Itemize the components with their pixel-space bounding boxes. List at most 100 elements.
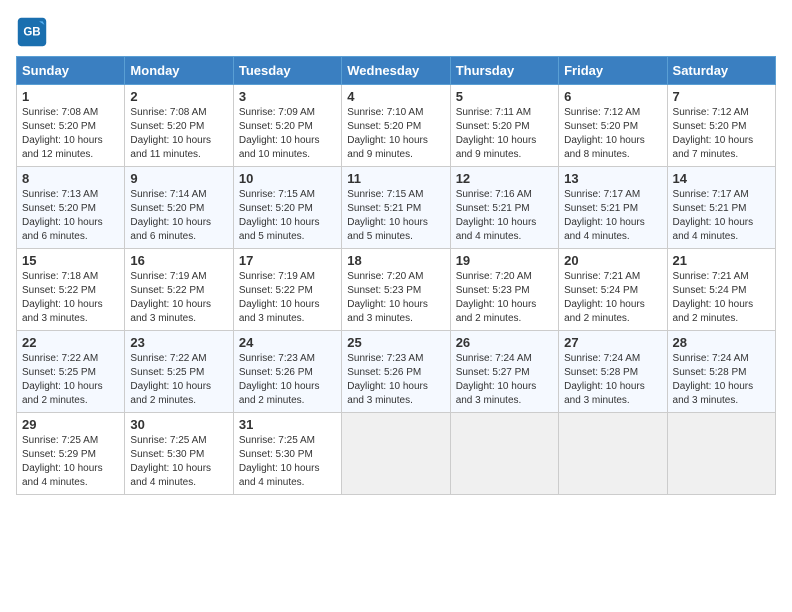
day-number: 3 <box>239 89 336 104</box>
day-info: Sunrise: 7:08 AM Sunset: 5:20 PM Dayligh… <box>130 106 227 162</box>
day-number: 11 <box>347 171 444 186</box>
calendar-cell <box>342 413 450 495</box>
day-info: Sunrise: 7:22 AM Sunset: 5:25 PM Dayligh… <box>130 352 227 408</box>
day-number: 13 <box>564 171 661 186</box>
day-info: Sunrise: 7:11 AM Sunset: 5:20 PM Dayligh… <box>456 106 553 162</box>
header-friday: Friday <box>559 57 667 85</box>
calendar-cell: 30 Sunrise: 7:25 AM Sunset: 5:30 PM Dayl… <box>125 413 233 495</box>
day-info: Sunrise: 7:16 AM Sunset: 5:21 PM Dayligh… <box>456 188 553 244</box>
day-number: 1 <box>22 89 119 104</box>
logo: GB <box>16 16 52 48</box>
day-number: 8 <box>22 171 119 186</box>
day-number: 27 <box>564 335 661 350</box>
day-number: 31 <box>239 417 336 432</box>
calendar-cell: 10 Sunrise: 7:15 AM Sunset: 5:20 PM Dayl… <box>233 167 341 249</box>
day-info: Sunrise: 7:18 AM Sunset: 5:22 PM Dayligh… <box>22 270 119 326</box>
day-info: Sunrise: 7:24 AM Sunset: 5:28 PM Dayligh… <box>673 352 770 408</box>
header-monday: Monday <box>125 57 233 85</box>
svg-text:GB: GB <box>23 27 40 39</box>
calendar-cell: 2 Sunrise: 7:08 AM Sunset: 5:20 PM Dayli… <box>125 85 233 167</box>
day-info: Sunrise: 7:23 AM Sunset: 5:26 PM Dayligh… <box>347 352 444 408</box>
day-number: 15 <box>22 253 119 268</box>
header-sunday: Sunday <box>17 57 125 85</box>
page-header: GB <box>16 16 776 48</box>
day-number: 4 <box>347 89 444 104</box>
day-number: 30 <box>130 417 227 432</box>
calendar-cell: 16 Sunrise: 7:19 AM Sunset: 5:22 PM Dayl… <box>125 249 233 331</box>
day-number: 18 <box>347 253 444 268</box>
calendar-cell: 25 Sunrise: 7:23 AM Sunset: 5:26 PM Dayl… <box>342 331 450 413</box>
day-info: Sunrise: 7:19 AM Sunset: 5:22 PM Dayligh… <box>239 270 336 326</box>
header-tuesday: Tuesday <box>233 57 341 85</box>
calendar-cell: 4 Sunrise: 7:10 AM Sunset: 5:20 PM Dayli… <box>342 85 450 167</box>
calendar-cell: 19 Sunrise: 7:20 AM Sunset: 5:23 PM Dayl… <box>450 249 558 331</box>
calendar-cell: 12 Sunrise: 7:16 AM Sunset: 5:21 PM Dayl… <box>450 167 558 249</box>
calendar-cell <box>667 413 775 495</box>
calendar-header-row: SundayMondayTuesdayWednesdayThursdayFrid… <box>17 57 776 85</box>
calendar-cell: 31 Sunrise: 7:25 AM Sunset: 5:30 PM Dayl… <box>233 413 341 495</box>
day-number: 12 <box>456 171 553 186</box>
calendar-cell: 15 Sunrise: 7:18 AM Sunset: 5:22 PM Dayl… <box>17 249 125 331</box>
calendar-cell: 9 Sunrise: 7:14 AM Sunset: 5:20 PM Dayli… <box>125 167 233 249</box>
day-number: 28 <box>673 335 770 350</box>
day-number: 23 <box>130 335 227 350</box>
day-info: Sunrise: 7:21 AM Sunset: 5:24 PM Dayligh… <box>564 270 661 326</box>
calendar-table: SundayMondayTuesdayWednesdayThursdayFrid… <box>16 56 776 495</box>
day-number: 10 <box>239 171 336 186</box>
calendar-cell <box>450 413 558 495</box>
calendar-week-row: 1 Sunrise: 7:08 AM Sunset: 5:20 PM Dayli… <box>17 85 776 167</box>
calendar-cell: 24 Sunrise: 7:23 AM Sunset: 5:26 PM Dayl… <box>233 331 341 413</box>
day-number: 9 <box>130 171 227 186</box>
day-number: 16 <box>130 253 227 268</box>
calendar-week-row: 22 Sunrise: 7:22 AM Sunset: 5:25 PM Dayl… <box>17 331 776 413</box>
day-info: Sunrise: 7:20 AM Sunset: 5:23 PM Dayligh… <box>456 270 553 326</box>
calendar-cell: 23 Sunrise: 7:22 AM Sunset: 5:25 PM Dayl… <box>125 331 233 413</box>
day-info: Sunrise: 7:23 AM Sunset: 5:26 PM Dayligh… <box>239 352 336 408</box>
day-info: Sunrise: 7:25 AM Sunset: 5:30 PM Dayligh… <box>239 434 336 490</box>
calendar-cell: 29 Sunrise: 7:25 AM Sunset: 5:29 PM Dayl… <box>17 413 125 495</box>
header-saturday: Saturday <box>667 57 775 85</box>
day-info: Sunrise: 7:25 AM Sunset: 5:29 PM Dayligh… <box>22 434 119 490</box>
day-info: Sunrise: 7:24 AM Sunset: 5:28 PM Dayligh… <box>564 352 661 408</box>
header-thursday: Thursday <box>450 57 558 85</box>
day-number: 24 <box>239 335 336 350</box>
day-info: Sunrise: 7:15 AM Sunset: 5:20 PM Dayligh… <box>239 188 336 244</box>
day-number: 17 <box>239 253 336 268</box>
day-info: Sunrise: 7:17 AM Sunset: 5:21 PM Dayligh… <box>673 188 770 244</box>
day-info: Sunrise: 7:17 AM Sunset: 5:21 PM Dayligh… <box>564 188 661 244</box>
calendar-cell: 20 Sunrise: 7:21 AM Sunset: 5:24 PM Dayl… <box>559 249 667 331</box>
calendar-cell <box>559 413 667 495</box>
day-info: Sunrise: 7:15 AM Sunset: 5:21 PM Dayligh… <box>347 188 444 244</box>
calendar-week-row: 8 Sunrise: 7:13 AM Sunset: 5:20 PM Dayli… <box>17 167 776 249</box>
calendar-cell: 8 Sunrise: 7:13 AM Sunset: 5:20 PM Dayli… <box>17 167 125 249</box>
day-number: 25 <box>347 335 444 350</box>
calendar-week-row: 15 Sunrise: 7:18 AM Sunset: 5:22 PM Dayl… <box>17 249 776 331</box>
calendar-cell: 14 Sunrise: 7:17 AM Sunset: 5:21 PM Dayl… <box>667 167 775 249</box>
day-info: Sunrise: 7:12 AM Sunset: 5:20 PM Dayligh… <box>564 106 661 162</box>
logo-icon: GB <box>16 16 48 48</box>
day-number: 14 <box>673 171 770 186</box>
day-info: Sunrise: 7:13 AM Sunset: 5:20 PM Dayligh… <box>22 188 119 244</box>
calendar-cell: 1 Sunrise: 7:08 AM Sunset: 5:20 PM Dayli… <box>17 85 125 167</box>
day-number: 22 <box>22 335 119 350</box>
day-info: Sunrise: 7:21 AM Sunset: 5:24 PM Dayligh… <box>673 270 770 326</box>
header-wednesday: Wednesday <box>342 57 450 85</box>
day-info: Sunrise: 7:25 AM Sunset: 5:30 PM Dayligh… <box>130 434 227 490</box>
day-info: Sunrise: 7:09 AM Sunset: 5:20 PM Dayligh… <box>239 106 336 162</box>
day-info: Sunrise: 7:08 AM Sunset: 5:20 PM Dayligh… <box>22 106 119 162</box>
day-number: 20 <box>564 253 661 268</box>
calendar-week-row: 29 Sunrise: 7:25 AM Sunset: 5:29 PM Dayl… <box>17 413 776 495</box>
calendar-cell: 28 Sunrise: 7:24 AM Sunset: 5:28 PM Dayl… <box>667 331 775 413</box>
day-info: Sunrise: 7:20 AM Sunset: 5:23 PM Dayligh… <box>347 270 444 326</box>
day-info: Sunrise: 7:10 AM Sunset: 5:20 PM Dayligh… <box>347 106 444 162</box>
day-number: 19 <box>456 253 553 268</box>
calendar-cell: 3 Sunrise: 7:09 AM Sunset: 5:20 PM Dayli… <box>233 85 341 167</box>
day-number: 21 <box>673 253 770 268</box>
day-number: 29 <box>22 417 119 432</box>
day-number: 7 <box>673 89 770 104</box>
calendar-cell: 21 Sunrise: 7:21 AM Sunset: 5:24 PM Dayl… <box>667 249 775 331</box>
calendar-cell: 5 Sunrise: 7:11 AM Sunset: 5:20 PM Dayli… <box>450 85 558 167</box>
day-number: 6 <box>564 89 661 104</box>
day-info: Sunrise: 7:19 AM Sunset: 5:22 PM Dayligh… <box>130 270 227 326</box>
calendar-cell: 26 Sunrise: 7:24 AM Sunset: 5:27 PM Dayl… <box>450 331 558 413</box>
